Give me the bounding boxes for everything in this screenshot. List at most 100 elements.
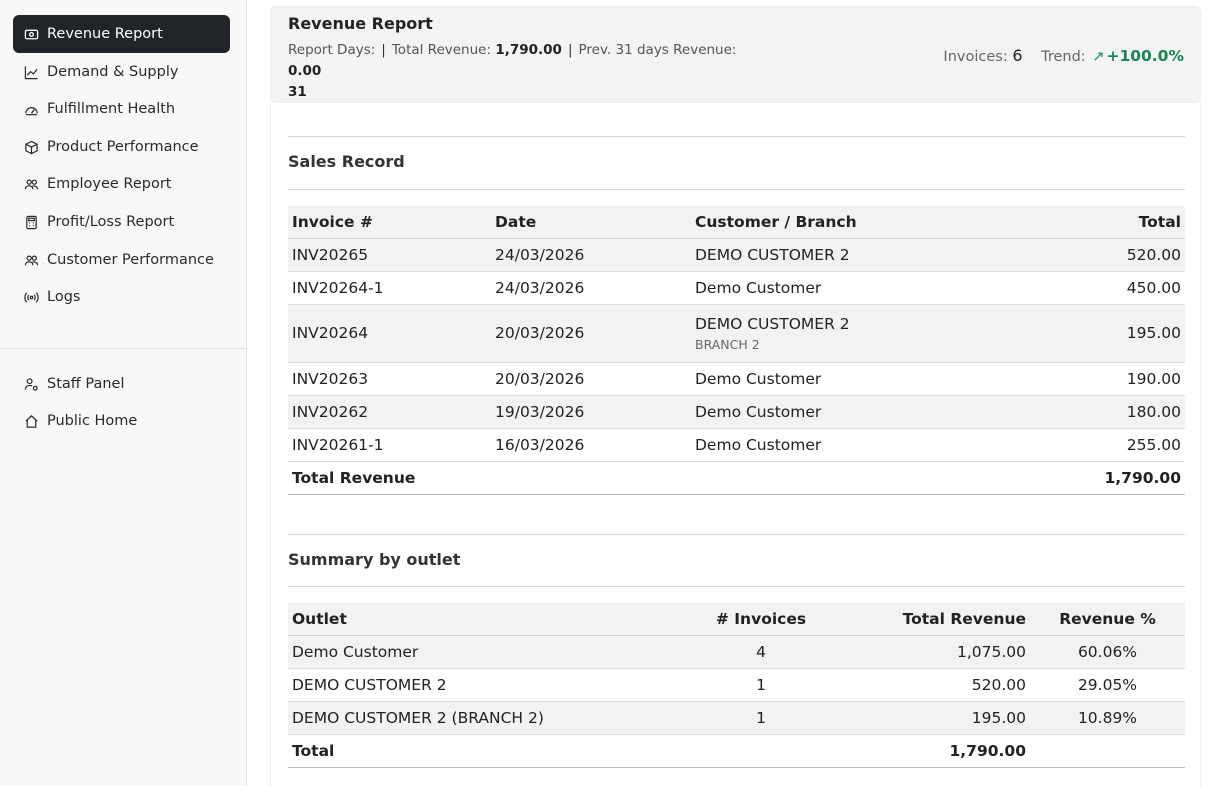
person-gear-icon xyxy=(23,376,39,392)
sidebar-item-profit-loss-report[interactable]: Profit/Loss Report xyxy=(13,203,230,241)
table-total-row: Total Revenue 1,790.00 xyxy=(288,461,1185,495)
report-header: Revenue Report Report Days: | Total Revenu… xyxy=(270,6,1201,103)
table-row[interactable]: DEMO CUSTOMER 2 1 520.00 29.05% xyxy=(288,668,1185,702)
cash-icon xyxy=(23,26,39,42)
branch-name: BRANCH 2 xyxy=(695,336,760,352)
divider xyxy=(288,189,1185,190)
house-icon xyxy=(23,413,39,429)
sidebar-item-customer-performance[interactable]: Customer Performance xyxy=(13,241,230,279)
report-days-value: 31 xyxy=(288,84,307,100)
outlet-name: DEMO CUSTOMER 2 (BRANCH 2) xyxy=(288,701,668,735)
line-chart-icon xyxy=(23,64,39,80)
outlet-invoices: 1 xyxy=(668,701,854,735)
invoice-date: 19/03/2026 xyxy=(491,395,691,429)
people-icon xyxy=(23,252,39,268)
sidebar-item-revenue-report[interactable]: Revenue Report xyxy=(13,15,230,53)
invoice-date: 24/03/2026 xyxy=(491,238,691,272)
outlet-revenue: 520.00 xyxy=(854,668,1030,702)
invoice-date: 16/03/2026 xyxy=(491,428,691,462)
total-revenue-label: Total Revenue: xyxy=(391,42,492,58)
sidebar-item-fulfillment-health[interactable]: Fulfillment Health xyxy=(13,90,230,128)
outlet-name: Demo Customer xyxy=(288,635,668,669)
sidebar-item-label: Profit/Loss Report xyxy=(47,214,175,230)
arrow-up-right-icon: ↗ xyxy=(1092,49,1105,65)
table-row[interactable]: INV20262 19/03/2026 Demo Customer 180.00 xyxy=(288,395,1185,429)
divider xyxy=(288,534,1185,535)
table-header-row: Outlet # Invoices Total Revenue Revenue … xyxy=(288,603,1185,636)
table-row[interactable]: INV20261-1 16/03/2026 Demo Customer 255.… xyxy=(288,428,1185,462)
calculator-icon xyxy=(23,214,39,230)
column-header: Outlet xyxy=(288,603,668,636)
sidebar-item-label: Customer Performance xyxy=(47,252,214,268)
sidebar-item-label: Product Performance xyxy=(47,139,199,155)
invoice-total: 255.00 xyxy=(1021,428,1185,462)
outlet-revenue-percent: 10.89% xyxy=(1030,701,1185,735)
table-row[interactable]: DEMO CUSTOMER 2 (BRANCH 2) 1 195.00 10.8… xyxy=(288,701,1185,735)
main-content: Revenue Report Report Days: | Total Revenu… xyxy=(270,0,1202,786)
table-header-row: Invoice # Date Customer / Branch Total xyxy=(288,206,1185,239)
invoice-number: INV20265 xyxy=(288,238,491,272)
divider xyxy=(288,136,1185,137)
invoice-number: INV20262 xyxy=(288,395,491,429)
page-title: Revenue Report xyxy=(288,14,433,33)
invoice-date: 20/03/2026 xyxy=(491,362,691,396)
sidebar-item-label: Employee Report xyxy=(47,176,172,192)
broadcast-icon xyxy=(23,289,39,305)
sidebar-item-label: Fulfillment Health xyxy=(47,101,176,117)
column-header: Invoice # xyxy=(288,206,491,239)
sidebar-item-label: Logs xyxy=(47,289,81,305)
total-label: Total xyxy=(288,734,668,768)
total-revenue-value: 1,790.00 xyxy=(495,42,562,58)
column-header: Total Revenue xyxy=(854,603,1030,636)
sales-record-table: Invoice # Date Customer / Branch Total I… xyxy=(288,206,1185,495)
table-row[interactable]: Demo Customer 4 1,075.00 60.06% xyxy=(288,635,1185,669)
total-value: 1,790.00 xyxy=(854,734,1030,768)
invoice-number: INV20263 xyxy=(288,362,491,396)
sidebar-item-product-performance[interactable]: Product Performance xyxy=(13,128,230,166)
sidebar-item-label: Staff Panel xyxy=(47,376,125,392)
sidebar-item-demand-supply[interactable]: Demand & Supply xyxy=(13,53,230,91)
summary-by-outlet-table: Outlet # Invoices Total Revenue Revenue … xyxy=(288,603,1185,768)
customer-name: Demo Customer xyxy=(691,271,1021,305)
invoices-label: Invoices: xyxy=(943,49,1008,65)
table-row[interactable]: INV20264-1 24/03/2026 Demo Customer 450.… xyxy=(288,271,1185,305)
outlet-name: DEMO CUSTOMER 2 xyxy=(288,668,668,702)
total-value: 1,790.00 xyxy=(1021,461,1185,495)
column-header: Total xyxy=(1021,206,1185,239)
sidebar-item-label: Public Home xyxy=(47,413,138,429)
column-header: Revenue % xyxy=(1030,603,1185,636)
trend-value: +100.0% xyxy=(1106,47,1184,65)
outlet-invoices: 1 xyxy=(668,668,854,702)
outlet-revenue: 1,075.00 xyxy=(854,635,1030,669)
invoice-date: 20/03/2026 xyxy=(491,304,691,363)
customer-name: Demo Customer xyxy=(691,362,1021,396)
invoice-number: INV20264-1 xyxy=(288,271,491,305)
prev-revenue-label: Prev. 31 days Revenue: xyxy=(578,42,737,58)
sidebar-item-logs[interactable]: Logs xyxy=(13,278,230,316)
prev-revenue-value: 0.00 xyxy=(288,63,322,79)
invoice-total: 190.00 xyxy=(1021,362,1185,396)
speedometer-icon xyxy=(23,101,39,117)
table-row[interactable]: INV20265 24/03/2026 DEMO CUSTOMER 2 520.… xyxy=(288,238,1185,272)
sidebar-item-employee-report[interactable]: Employee Report xyxy=(13,165,230,203)
table-row[interactable]: INV20263 20/03/2026 Demo Customer 190.00 xyxy=(288,362,1185,396)
customer-name: DEMO CUSTOMER 2 xyxy=(691,238,1021,272)
invoice-total: 180.00 xyxy=(1021,395,1185,429)
section-title-sales-record: Sales Record xyxy=(288,152,405,171)
outlet-revenue-percent: 60.06% xyxy=(1030,635,1185,669)
outlet-revenue-percent: 29.05% xyxy=(1030,668,1185,702)
customer-name: Demo Customer xyxy=(691,395,1021,429)
box-icon xyxy=(23,139,39,155)
table-row[interactable]: INV20264 20/03/2026 DEMO CUSTOMER 2 BRAN… xyxy=(288,304,1185,363)
column-header: # Invoices xyxy=(668,603,854,636)
trend-label: Trend: xyxy=(1041,49,1086,65)
invoice-total: 520.00 xyxy=(1021,238,1185,272)
sidebar-item-public-home[interactable]: Public Home xyxy=(13,402,230,440)
sidebar-item-staff-panel[interactable]: Staff Panel xyxy=(13,365,230,403)
customer-name: Demo Customer xyxy=(691,428,1021,462)
invoice-number: INV20264 xyxy=(288,304,491,363)
report-summary-line: Report Days: | Total Revenue: 1,790.00 | Pre… xyxy=(288,42,737,100)
section-title-summary-by-outlet: Summary by outlet xyxy=(288,550,461,569)
report-days-label: Report Days: xyxy=(288,42,376,58)
sidebar-item-label: Revenue Report xyxy=(47,26,163,42)
